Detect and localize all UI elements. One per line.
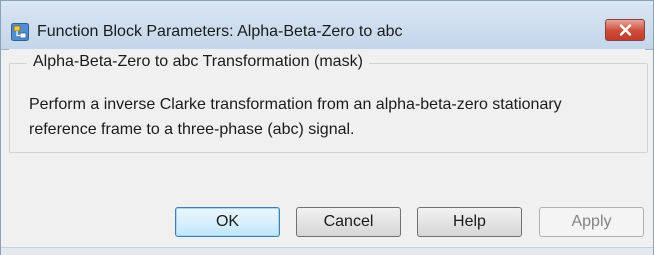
title-bar[interactable]: Function Block Parameters: Alpha-Beta-Ze… (1, 1, 653, 50)
close-icon (619, 24, 632, 36)
ok-button[interactable]: OK (175, 207, 280, 237)
window-bottom-border (1, 247, 653, 255)
dialog-window: Function Block Parameters: Alpha-Beta-Ze… (0, 0, 654, 255)
window-title: Function Block Parameters: Alpha-Beta-Ze… (37, 23, 403, 40)
group-title: Alpha-Beta-Zero to abc Transformation (m… (27, 53, 369, 71)
simulink-block-icon (11, 23, 29, 41)
cancel-button[interactable]: Cancel (296, 207, 401, 237)
block-description: Perform a inverse Clarke transformation … (29, 96, 562, 138)
apply-button[interactable]: Apply (539, 207, 644, 237)
close-button[interactable] (605, 19, 645, 41)
help-button[interactable]: Help (417, 207, 522, 237)
